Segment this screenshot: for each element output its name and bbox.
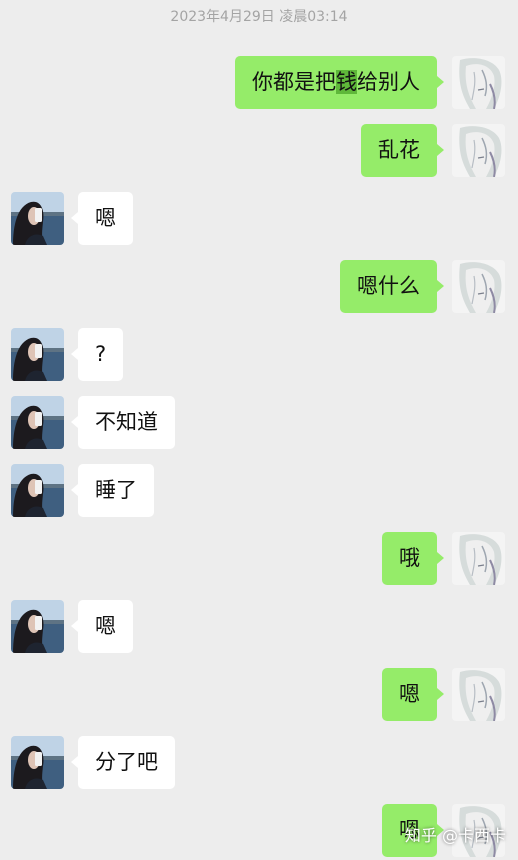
message-text-highlight: 钱 xyxy=(336,70,357,94)
anime-girl-avatar-icon xyxy=(452,532,505,585)
message-bubble[interactable]: 嗯 xyxy=(71,192,133,245)
self-avatar[interactable] xyxy=(452,260,505,313)
contact-avatar[interactable] xyxy=(11,396,64,449)
message-bubble[interactable]: 嗯 xyxy=(71,600,133,653)
message-row: 嗯 xyxy=(0,192,518,245)
anime-girl-avatar-icon xyxy=(452,56,505,109)
message-row: 嗯 xyxy=(0,600,518,653)
message-text: 你都是把 xyxy=(252,70,336,94)
self-avatar[interactable] xyxy=(452,668,505,721)
seaside-girl-avatar-icon xyxy=(11,192,64,245)
seaside-girl-avatar-icon xyxy=(11,464,64,517)
message-bubble[interactable]: 你都是把钱给别人 xyxy=(235,56,444,109)
message-bubble[interactable]: 乱花 xyxy=(361,124,444,177)
anime-girl-avatar-icon xyxy=(452,124,505,177)
anime-girl-avatar-icon xyxy=(452,260,505,313)
message-bubble[interactable]: 嗯 xyxy=(382,668,444,721)
anime-girl-avatar-icon xyxy=(452,668,505,721)
message-row: 不知道 xyxy=(0,396,518,449)
contact-avatar[interactable] xyxy=(11,328,64,381)
message-row: 分了吧 xyxy=(0,736,518,789)
message-bubble[interactable]: 分了吧 xyxy=(71,736,175,789)
message-text: 给别人 xyxy=(357,70,420,94)
self-avatar[interactable] xyxy=(452,532,505,585)
contact-avatar[interactable] xyxy=(11,192,64,245)
contact-avatar[interactable] xyxy=(11,464,64,517)
contact-avatar[interactable] xyxy=(11,600,64,653)
message-bubble[interactable]: 嗯什么 xyxy=(340,260,444,313)
message-row: 睡了 xyxy=(0,464,518,517)
self-avatar[interactable] xyxy=(452,56,505,109)
message-row: 乱花 xyxy=(0,124,518,177)
chat-timestamp: 2023年4月29日 凌晨03:14 xyxy=(170,9,348,25)
message-row: 嗯什么 xyxy=(0,260,518,313)
message-row: ? xyxy=(0,328,518,381)
message-row: 哦 xyxy=(0,532,518,585)
self-avatar[interactable] xyxy=(452,124,505,177)
message-bubble[interactable]: 睡了 xyxy=(71,464,154,517)
seaside-girl-avatar-icon xyxy=(11,736,64,789)
message-bubble[interactable]: ? xyxy=(70,328,124,381)
message-row: 嗯 xyxy=(0,668,518,721)
message-bubble[interactable]: 哦 xyxy=(382,532,444,585)
seaside-girl-avatar-icon xyxy=(11,328,64,381)
seaside-girl-avatar-icon xyxy=(11,600,64,653)
contact-avatar[interactable] xyxy=(11,736,64,789)
watermark: 知乎 @卡西卡 xyxy=(404,826,506,845)
seaside-girl-avatar-icon xyxy=(11,396,64,449)
message-row: 你都是把钱给别人 xyxy=(0,56,518,109)
message-bubble[interactable]: 不知道 xyxy=(71,396,175,449)
